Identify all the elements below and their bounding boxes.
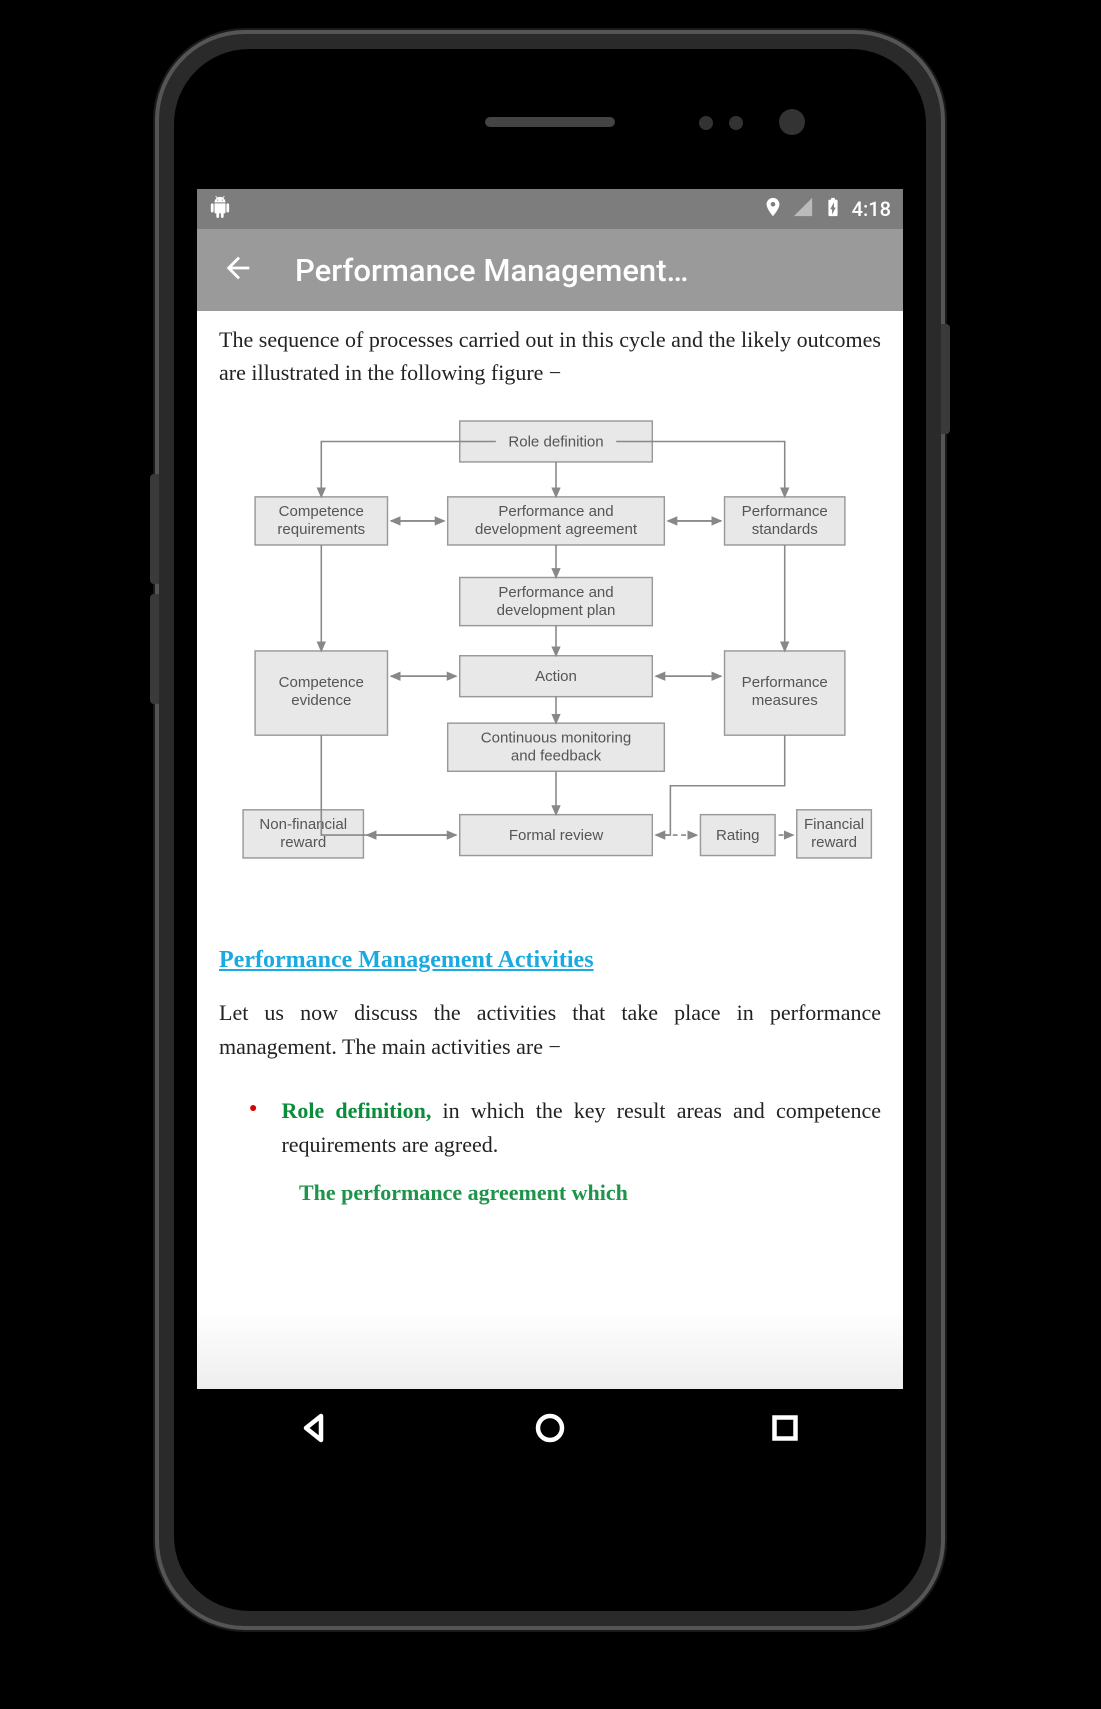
node-comp-req-2: requirements bbox=[277, 521, 365, 538]
back-button[interactable] bbox=[221, 251, 255, 289]
svg-text:Competence: Competence bbox=[279, 674, 364, 691]
svg-text:evidence: evidence bbox=[291, 692, 351, 709]
android-icon bbox=[209, 200, 231, 223]
svg-text:Performance: Performance bbox=[742, 674, 828, 691]
flowchart-diagram: Role definition Competence requirements … bbox=[219, 409, 881, 927]
svg-text:development agreement: development agreement bbox=[475, 521, 638, 538]
svg-text:Performance and: Performance and bbox=[498, 503, 613, 520]
nav-back-button[interactable] bbox=[297, 1410, 333, 1450]
speaker-grille bbox=[485, 117, 615, 127]
front-camera bbox=[779, 109, 805, 135]
svg-text:reward: reward bbox=[280, 834, 326, 851]
location-icon bbox=[762, 196, 784, 223]
content-scroll[interactable]: The sequence of processes carried out in… bbox=[197, 311, 903, 1389]
svg-text:Non-financial: Non-financial bbox=[259, 816, 347, 833]
svg-text:Performance and: Performance and bbox=[498, 584, 613, 601]
nav-recents-button[interactable] bbox=[767, 1410, 803, 1450]
svg-text:Action: Action bbox=[535, 668, 577, 685]
volume-up-button[interactable] bbox=[150, 474, 159, 584]
node-comp-req-1: Competence bbox=[279, 503, 364, 520]
phone-frame: 4:18 Performance Management… The sequenc… bbox=[155, 30, 945, 1630]
screen: 4:18 Performance Management… The sequenc… bbox=[197, 189, 903, 1471]
battery-icon bbox=[822, 196, 844, 223]
svg-text:Performance: Performance bbox=[742, 503, 828, 520]
node-role-definition: Role definition bbox=[508, 433, 603, 450]
svg-text:Rating: Rating bbox=[716, 827, 759, 844]
intro-paragraph: The sequence of processes carried out in… bbox=[219, 323, 881, 389]
svg-text:measures: measures bbox=[752, 692, 818, 709]
svg-text:Continuous monitoring: Continuous monitoring bbox=[481, 729, 631, 746]
signal-icon bbox=[792, 196, 814, 223]
list-item: ● Role definition, in which the key resu… bbox=[219, 1094, 881, 1162]
page-title: Performance Management… bbox=[295, 252, 879, 289]
section-heading: Performance Management Activities bbox=[219, 947, 881, 974]
volume-down-button[interactable] bbox=[150, 594, 159, 704]
nav-bar bbox=[197, 1389, 903, 1471]
sensor-dot bbox=[729, 116, 743, 130]
power-button[interactable] bbox=[941, 324, 950, 434]
svg-text:Financial: Financial bbox=[804, 816, 864, 833]
svg-text:standards: standards bbox=[752, 521, 818, 538]
svg-text:reward: reward bbox=[811, 834, 857, 851]
nav-home-button[interactable] bbox=[532, 1410, 568, 1450]
bullet-text: Role definition, in which the key result… bbox=[281, 1094, 881, 1162]
bullet-icon: ● bbox=[249, 1094, 257, 1162]
status-bar: 4:18 bbox=[197, 189, 903, 229]
svg-text:Formal review: Formal review bbox=[509, 827, 604, 844]
app-bar: Performance Management… bbox=[197, 229, 903, 311]
sensor-dot bbox=[699, 116, 713, 130]
body-paragraph: Let us now discuss the activities that t… bbox=[219, 996, 881, 1064]
partial-line: The performance agreement which bbox=[219, 1180, 881, 1206]
clock-text: 4:18 bbox=[852, 197, 891, 221]
svg-text:development plan: development plan bbox=[497, 602, 616, 619]
svg-text:and feedback: and feedback bbox=[511, 747, 602, 764]
